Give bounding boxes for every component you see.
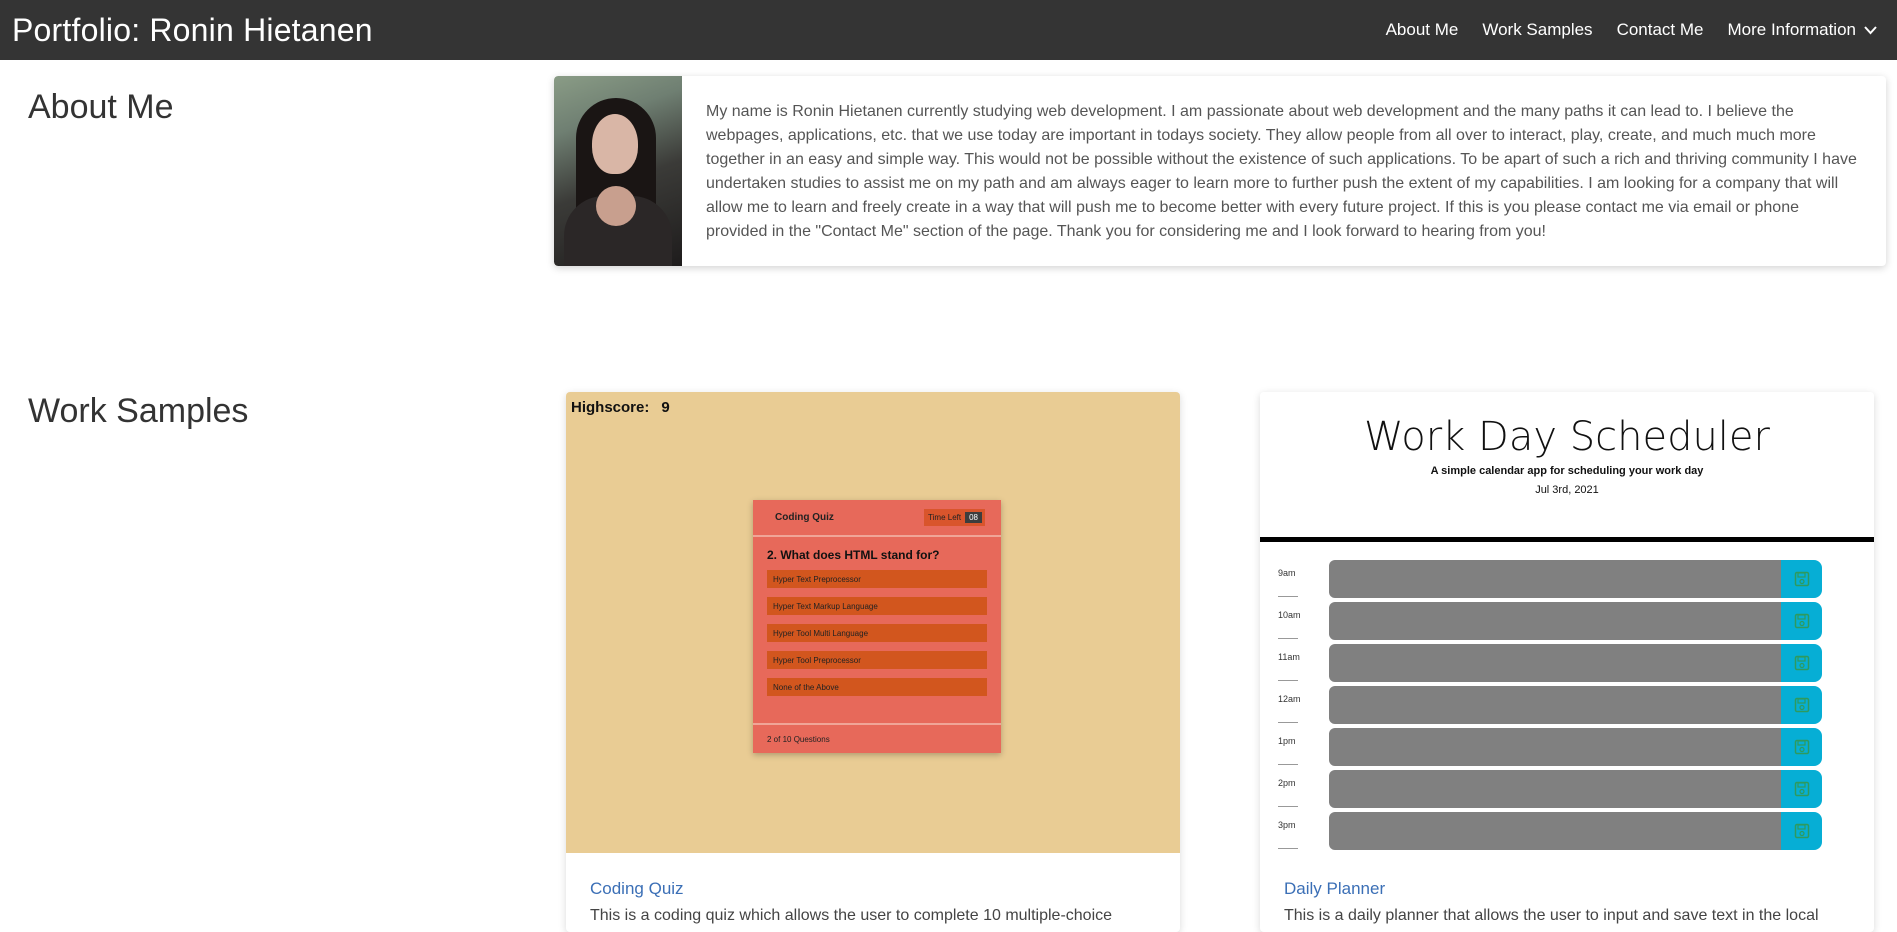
hour-label: 2pm	[1278, 778, 1296, 788]
hour-label: 9am	[1278, 568, 1296, 578]
planner-title: Work Day Scheduler	[1364, 414, 1770, 460]
nav-link-about-me[interactable]: About Me	[1386, 20, 1459, 40]
hour-label: 11am	[1278, 652, 1300, 662]
brand-title[interactable]: Portfolio: Ronin Hietanen	[12, 12, 373, 49]
quiz-option: Hyper Text Preprocessor	[767, 570, 987, 588]
nav-link-contact-me[interactable]: Contact Me	[1617, 20, 1704, 40]
quiz-option: Hyper Tool Multi Language	[767, 624, 987, 642]
save-icon[interactable]	[1781, 728, 1822, 766]
save-icon[interactable]	[1781, 560, 1822, 598]
hour-label: 12am	[1278, 694, 1301, 704]
quiz-question: 2. What does HTML stand for?	[767, 548, 940, 562]
highscore-text: Highscore: 9	[571, 399, 670, 416]
planner-row: 2pm	[1260, 770, 1874, 808]
nav-links: About Me Work Samples Contact Me More In…	[1386, 20, 1885, 40]
hour-text-block[interactable]	[1329, 770, 1781, 808]
navbar: Portfolio: Ronin Hietanen About Me Work …	[0, 0, 1897, 60]
hour-label: 3pm	[1278, 820, 1296, 830]
coding-quiz-link[interactable]: Coding Quiz	[590, 879, 1156, 899]
planner-row: 11am	[1260, 644, 1874, 682]
hour-text-block[interactable]	[1329, 728, 1781, 766]
about-me-heading: About Me	[28, 88, 174, 126]
time-left-badge: Time Left 08	[924, 509, 985, 526]
hour-label: 1pm	[1278, 736, 1296, 746]
planner-date: Jul 3rd, 2021	[1535, 484, 1599, 496]
project-card-coding-quiz: Highscore: 9 Coding Quiz Time Left 08 2. …	[566, 392, 1180, 932]
save-icon[interactable]	[1781, 812, 1822, 850]
nav-link-work-samples[interactable]: Work Samples	[1482, 20, 1592, 40]
dropdown-label: More Information	[1727, 20, 1857, 39]
coding-quiz-description: This is a coding quiz which allows the u…	[590, 907, 1113, 924]
coding-quiz-screenshot[interactable]: Highscore: 9 Coding Quiz Time Left 08 2. …	[566, 392, 1180, 853]
daily-planner-link[interactable]: Daily Planner	[1284, 879, 1850, 899]
quiz-title: Coding Quiz	[775, 512, 834, 523]
hour-text-block[interactable]	[1329, 812, 1781, 850]
planner-divider	[1260, 537, 1874, 542]
quiz-box: Coding Quiz Time Left 08 2. What does HT…	[753, 500, 1001, 753]
hour-label: 10am	[1278, 610, 1301, 620]
hour-text-block[interactable]	[1329, 686, 1781, 724]
profile-photo	[554, 76, 682, 266]
planner-row: 9am	[1260, 560, 1874, 598]
work-samples-heading: Work Samples	[28, 392, 249, 430]
hour-text-block[interactable]	[1329, 644, 1781, 682]
quiz-option: None of the Above	[767, 678, 987, 696]
quiz-option: Hyper Text Markup Language	[767, 597, 987, 615]
save-icon[interactable]	[1781, 770, 1822, 808]
quiz-option: Hyper Tool Preprocessor	[767, 651, 987, 669]
hour-text-block[interactable]	[1329, 560, 1781, 598]
hour-text-block[interactable]	[1329, 602, 1781, 640]
planner-row: 3pm	[1260, 812, 1874, 850]
project-card-daily-planner: Work Day Scheduler A simple calendar app…	[1260, 392, 1874, 932]
planner-row: 12am	[1260, 686, 1874, 724]
save-icon[interactable]	[1781, 602, 1822, 640]
about-card: My name is Ronin Hietanen currently stud…	[554, 76, 1886, 266]
chevron-down-icon	[1864, 25, 1877, 35]
quiz-progress: 2 of 10 Questions	[753, 723, 1001, 753]
save-icon[interactable]	[1781, 644, 1822, 682]
planner-row: 10am	[1260, 602, 1874, 640]
planner-subtitle: A simple calendar app for scheduling you…	[1430, 465, 1704, 477]
save-icon[interactable]	[1781, 686, 1822, 724]
planner-row: 1pm	[1260, 728, 1874, 766]
about-text: My name is Ronin Hietanen currently stud…	[706, 103, 1857, 240]
daily-planner-description: This is a daily planner that allows the …	[1284, 907, 1819, 924]
daily-planner-screenshot[interactable]: Work Day Scheduler A simple calendar app…	[1260, 392, 1874, 853]
more-information-dropdown[interactable]: More Information	[1728, 20, 1878, 40]
